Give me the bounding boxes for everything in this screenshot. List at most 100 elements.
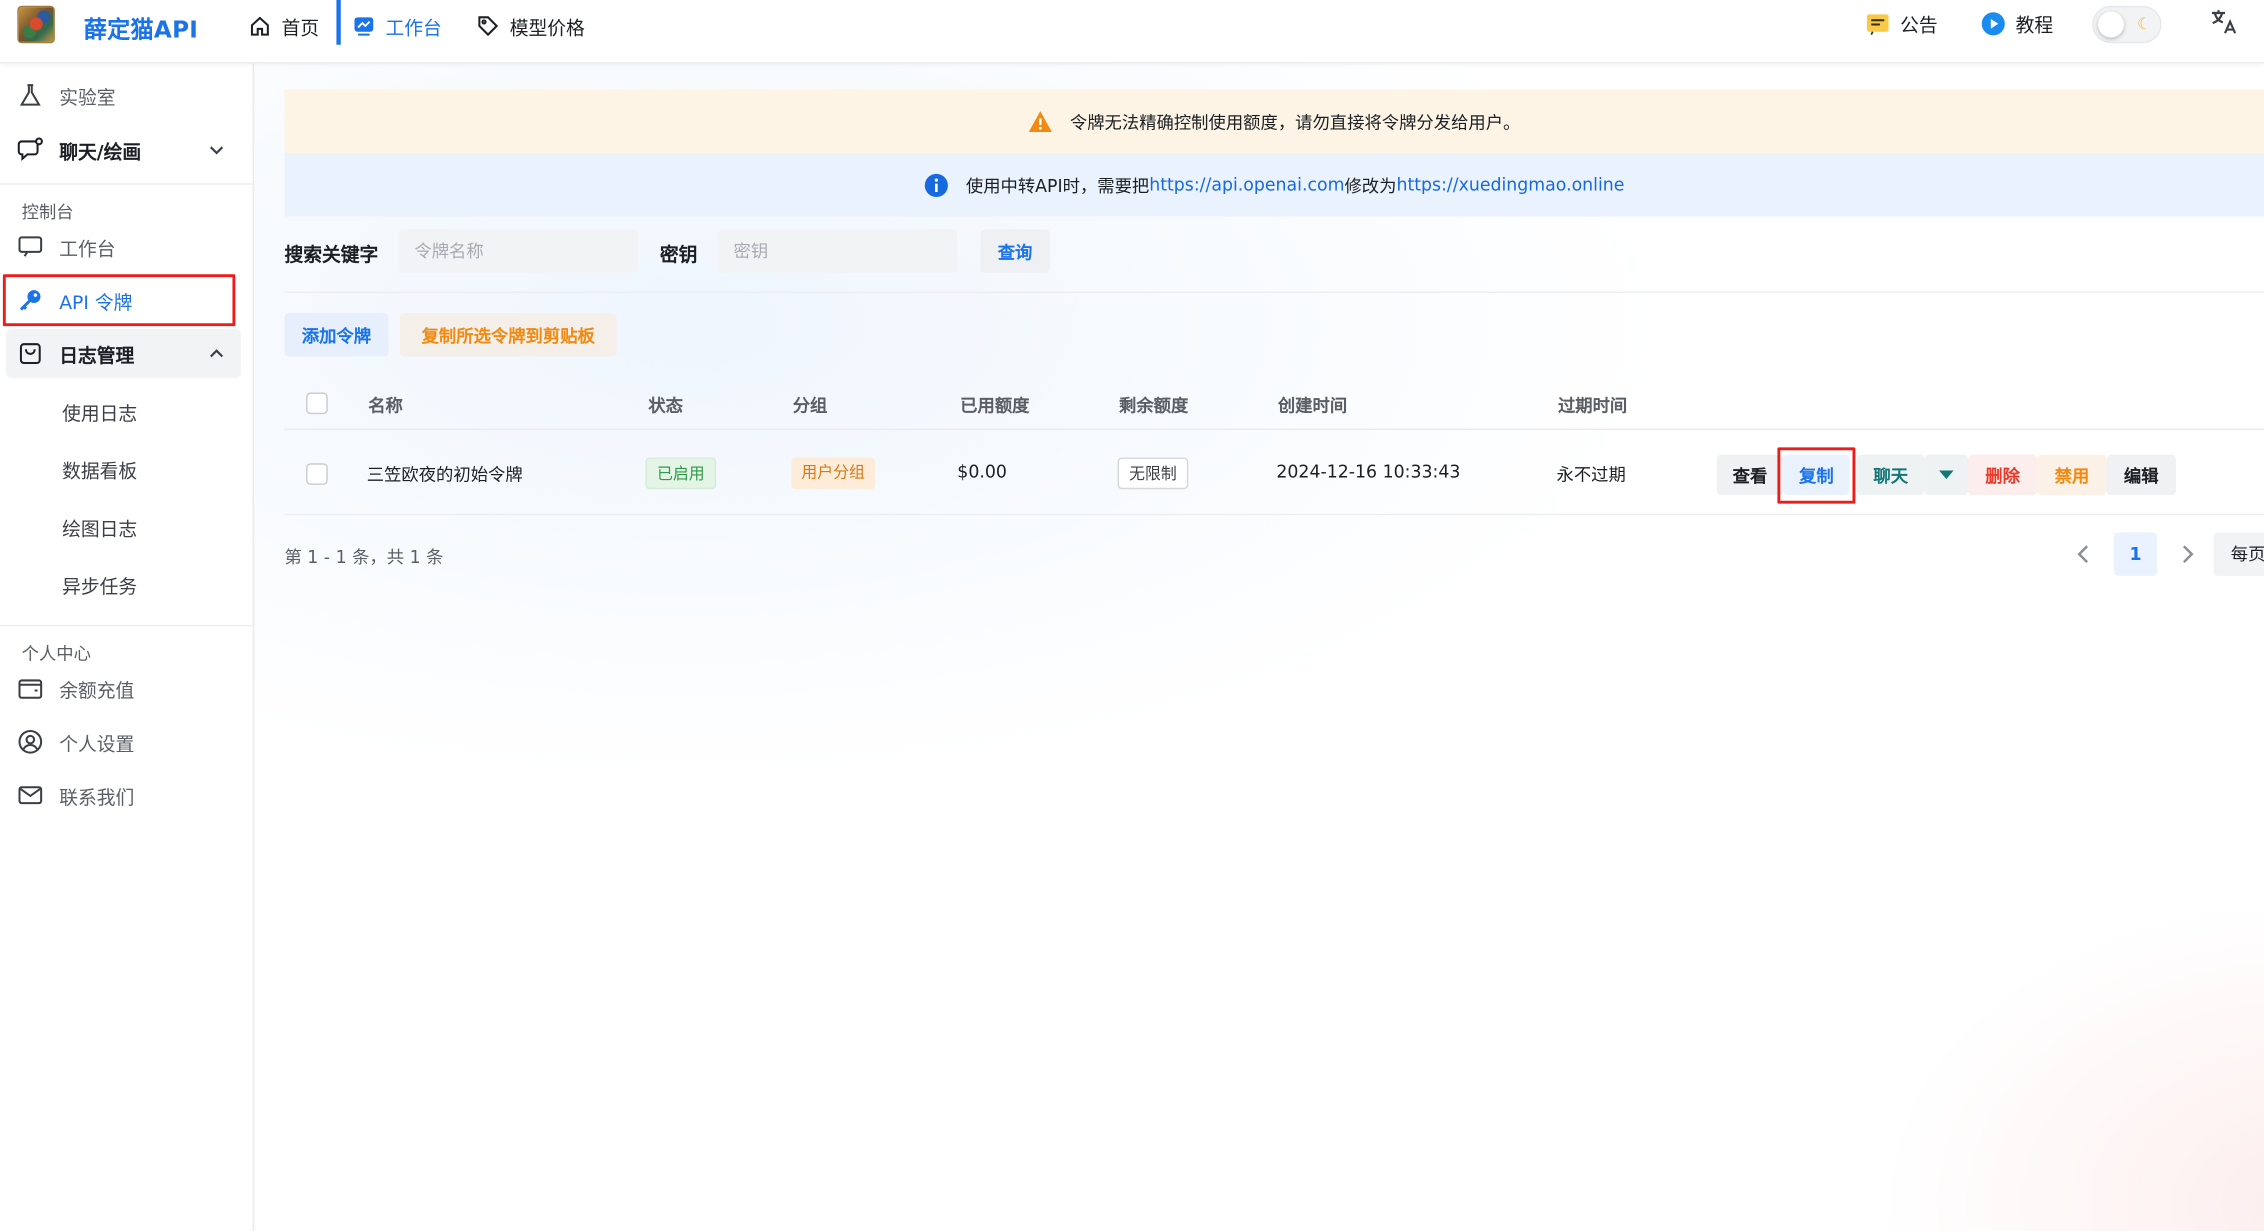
chevron-up-icon[interactable] [208,345,225,362]
sidebar-item-contact[interactable]: 联系我们 [0,772,254,818]
brand-name[interactable]: 薛定猫API [84,10,198,45]
sidebar-item-log-mgmt[interactable]: 日志管理 [0,330,254,376]
add-token-button[interactable]: 添加令牌 [284,313,389,357]
nav-active-indicator [336,0,341,45]
nav-model-price-label: 模型价格 [509,18,585,40]
main-content: 令牌无法精确控制使用额度，请勿直接将令牌分发给用户。 使用中转API时，需要把 … [255,63,2264,1231]
sidebar-item-usage-log-label: 使用日志 [62,403,138,426]
query-button[interactable]: 查询 [980,229,1050,273]
brand-logo[interactable] [17,5,55,44]
sidebar-group-console: 控制台 [21,202,74,223]
user-circle-icon [18,729,43,754]
column-header-status[interactable]: 状态 [648,393,683,418]
flask-icon [19,84,41,106]
announcement-button[interactable]: 公告 [1865,7,1938,39]
table-row: 三笠欧夜的初始令牌 已启用 用户分组 $0.00 无限制 2024-12-16 … [284,431,2264,516]
column-header-group[interactable]: 分组 [793,393,828,418]
sidebar-item-dashboard-label: 数据看板 [62,461,138,483]
moon-icon: ☾ [2137,14,2152,34]
warning-triangle-icon [1028,110,1052,132]
chat-button[interactable]: 聊天 [1856,454,1925,495]
edit-button[interactable]: 编辑 [2106,454,2176,495]
toggle-knob [2097,11,2124,38]
column-header-created[interactable]: 创建时间 [1278,393,1347,418]
mail-icon [18,786,43,805]
wallet-icon [18,679,43,699]
nav-home-label: 首页 [281,18,320,40]
nav-workspace-label: 工作台 [385,18,442,40]
tutorial-button[interactable]: 教程 [1981,7,2053,39]
pagination-summary: 第 1 - 1 条，共 1 条 [284,546,444,568]
sidebar: 实验室 聊天/绘画 控制台 工作台 API 令牌 日志管理 使用日志 数据看板 [0,63,255,1231]
top-header: 薛定猫API 首页 工作台 模型价格 公告 教程 ☾ [0,0,2264,64]
status-badge: 已启用 [645,457,717,490]
sidebar-item-lab[interactable]: 实验室 [0,72,254,118]
key-label: 密钥 [659,245,698,267]
sidebar-item-draw-log-label: 绘图日志 [62,518,138,541]
column-header-expires[interactable]: 过期时间 [1558,393,1627,418]
column-header-remaining[interactable]: 剩余额度 [1119,393,1188,418]
token-name: 三笠欧夜的初始令牌 [366,464,523,485]
column-header-name[interactable]: 名称 [368,393,403,418]
translate-icon[interactable] [2209,7,2238,36]
sidebar-divider [0,183,255,185]
info-url-openai[interactable]: https://api.openai.com [1149,175,1344,195]
tutorial-label: 教程 [2015,15,2054,37]
sidebar-item-api-token[interactable]: API 令牌 [0,277,254,323]
section-divider [284,291,2264,293]
theme-toggle[interactable]: ☾ [2092,5,2162,44]
sidebar-item-chat-draw-label: 聊天/绘画 [59,142,142,164]
token-name-input[interactable] [398,229,639,273]
sidebar-item-usage-log[interactable]: 使用日志 [0,388,254,434]
play-circle-icon [1981,11,2005,35]
announcement-label: 公告 [1900,15,1938,37]
monitor-chat-icon [18,236,43,257]
copy-selected-tokens-button[interactable]: 复制所选令牌到剪贴板 [399,313,617,357]
info-banner: 使用中转API时，需要把 https://api.openai.com 修改为 … [284,152,2264,217]
secret-key-input[interactable] [717,229,958,273]
home-icon [250,16,269,36]
row-checkbox[interactable] [306,463,328,485]
chat-bubble-icon [17,137,43,161]
delete-button[interactable]: 删除 [1968,454,2038,495]
select-all-checkbox[interactable] [306,392,328,415]
view-button[interactable]: 查看 [1716,454,1784,495]
copy-token-button[interactable]: 复制 [1783,454,1850,495]
info-url-xuedingmao[interactable]: https://xuedingmao.online [1396,175,1624,195]
info-text-middle: 修改为 [1344,175,1397,196]
chat-dropdown-button[interactable] [1924,454,1969,495]
sidebar-item-chat-draw[interactable]: 聊天/绘画 [0,127,254,173]
nav-home[interactable]: 首页 [248,7,319,45]
table-header: 名称 状态 分组 已用额度 剩余额度 创建时间 过期时间 [284,378,2264,431]
nav-model-price[interactable]: 模型价格 [476,7,585,45]
nav-workspace[interactable]: 工作台 [352,7,442,45]
key-icon [19,290,41,311]
disable-button[interactable]: 禁用 [2037,454,2107,495]
warning-text: 令牌无法精确控制使用额度，请勿直接将令牌分发给用户。 [1069,111,1521,133]
chevron-right-icon[interactable] [2173,540,2202,569]
sidebar-item-dashboard[interactable]: 数据看板 [0,446,254,492]
sidebar-item-async-task[interactable]: 异步任务 [0,561,254,607]
workspace-icon [354,17,374,36]
expire-time: 永不过期 [1556,464,1626,485]
sidebar-item-draw-log[interactable]: 绘图日志 [0,504,254,550]
sidebar-item-workspace[interactable]: 工作台 [0,224,254,270]
chevron-left-icon[interactable] [2069,540,2098,569]
remaining-quota-badge: 无限制 [1117,457,1189,490]
page-size-select[interactable]: 每页 [2213,532,2264,576]
shopping-bag-icon [19,343,41,364]
info-circle-icon [924,173,948,197]
chevron-down-icon[interactable] [208,141,225,158]
sidebar-item-settings[interactable]: 个人设置 [0,719,254,765]
group-badge: 用户分组 [791,457,875,490]
page-number-current[interactable]: 1 [2113,532,2158,576]
caret-down-icon [1939,470,1954,480]
used-quota: $0.00 [957,461,1007,483]
sidebar-item-topup[interactable]: 余额充值 [0,665,254,711]
keyword-label: 搜索关键字 [284,245,379,267]
search-form: 搜索关键字 密钥 查询 [284,229,2264,273]
column-header-used[interactable]: 已用额度 [960,393,1029,418]
sidebar-item-settings-label: 个人设置 [59,733,135,756]
price-tag-icon [478,16,499,37]
sidebar-item-contact-label: 联系我们 [59,787,135,809]
